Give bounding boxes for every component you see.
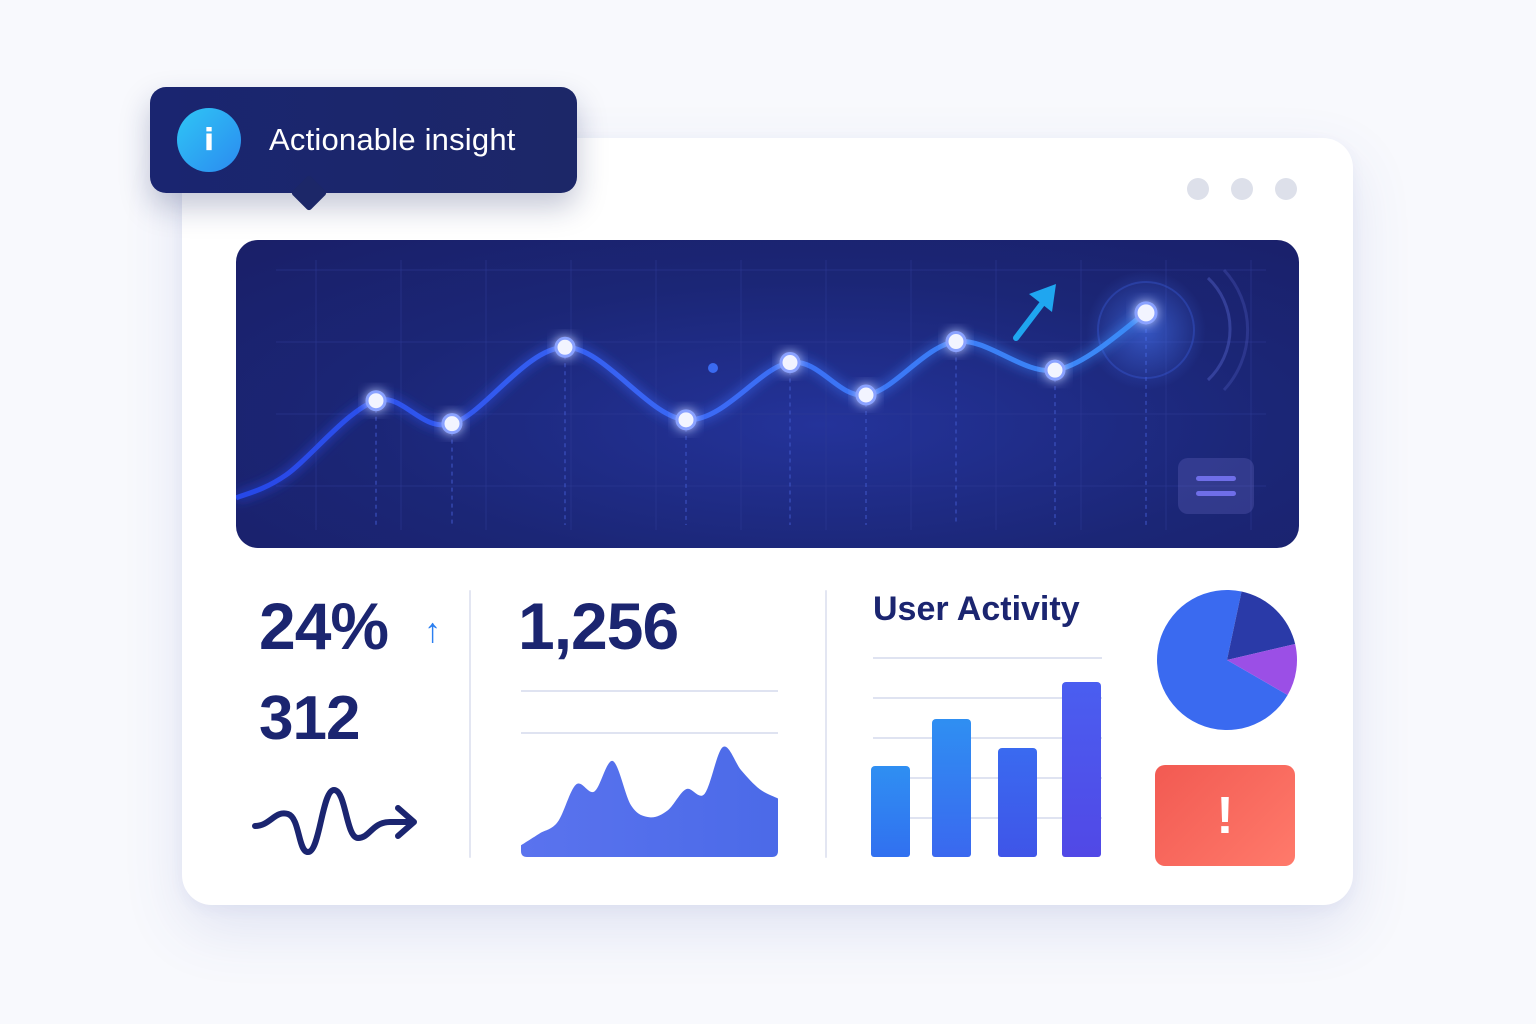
- arrow-up-right-icon: [1013, 284, 1056, 341]
- stat-percent: 24%: [259, 589, 389, 663]
- bar[interactable]: [998, 747, 1037, 857]
- bar[interactable]: [871, 766, 910, 857]
- bar[interactable]: [1062, 682, 1101, 857]
- main-line-chart: [236, 260, 1266, 530]
- data-point[interactable]: [365, 390, 387, 412]
- signal-arc: [1222, 268, 1250, 392]
- pie-chart: [1157, 590, 1297, 730]
- section-title: User Activity: [873, 590, 1080, 628]
- stat-count: 312: [259, 684, 360, 753]
- data-point[interactable]: [855, 384, 877, 406]
- bar[interactable]: [932, 718, 971, 857]
- data-point[interactable]: [779, 352, 801, 374]
- alert-icon[interactable]: !: [1155, 765, 1295, 866]
- grid-line: [873, 657, 1102, 659]
- signal-arc: [1206, 276, 1232, 382]
- hamburger-icon[interactable]: [1178, 458, 1254, 514]
- window-dot[interactable]: [1187, 178, 1209, 200]
- grid-line: [521, 732, 778, 734]
- chart-droplines: [375, 312, 1147, 525]
- data-point[interactable]: [1044, 359, 1066, 381]
- alert-symbol: !: [1216, 786, 1234, 845]
- window-dot[interactable]: [1275, 178, 1297, 200]
- divider: [469, 590, 471, 858]
- main-chart-panel: [236, 240, 1299, 548]
- data-point[interactable]: [675, 409, 697, 431]
- tooltip-text: Actionable insight: [269, 122, 516, 157]
- arrow-up-icon: ↑: [424, 612, 441, 650]
- insight-tooltip: i Actionable insight: [150, 87, 577, 193]
- area-chart: [521, 746, 778, 857]
- stat-total: 1,256: [518, 589, 679, 663]
- pulse-glow: [1086, 270, 1206, 390]
- chart-dot: [708, 363, 718, 373]
- area-series: [521, 746, 778, 857]
- divider: [825, 590, 827, 858]
- wave-arrow-icon: [252, 787, 417, 855]
- window-controls: [1187, 178, 1297, 200]
- window-dot[interactable]: [1231, 178, 1253, 200]
- data-point[interactable]: [945, 331, 967, 353]
- data-point[interactable]: [441, 413, 463, 435]
- info-icon: i: [177, 108, 241, 172]
- grid-line: [521, 690, 778, 692]
- data-point[interactable]: [1134, 301, 1158, 325]
- data-point[interactable]: [554, 336, 576, 358]
